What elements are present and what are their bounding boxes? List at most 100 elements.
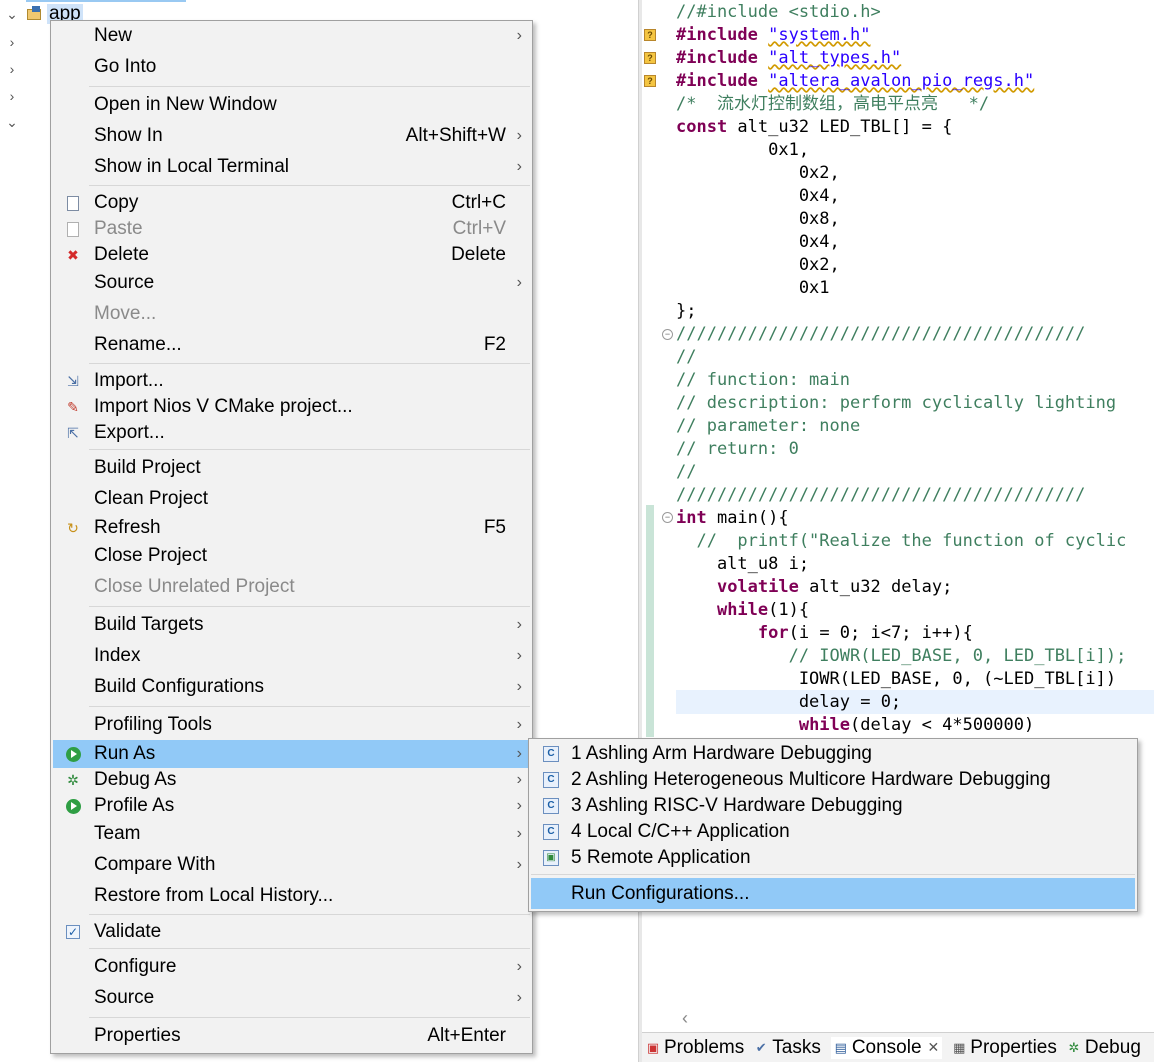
warning-marker-icon[interactable]: ? (644, 52, 656, 64)
close-icon[interactable]: ✕ (928, 1039, 940, 1056)
refresh-icon: ↻ (67, 519, 79, 536)
code-line: // function: main (676, 370, 850, 390)
menu-item-close-project[interactable]: Close Project (53, 542, 530, 570)
menu-item-debug-as[interactable]: ✲ Debug As › (53, 766, 530, 794)
fold-toggle-icon[interactable]: − (662, 329, 673, 340)
fold-toggle-icon[interactable]: − (662, 512, 673, 523)
menu-item-profiling-tools[interactable]: Profiling Tools › (53, 711, 530, 739)
menu-item-configure[interactable]: Configure › (53, 953, 530, 981)
code-line: // return: 0 (676, 439, 799, 459)
menu-item-validate[interactable]: ✓ Validate (53, 918, 530, 946)
tab-properties[interactable]: ▦ Properties (952, 1037, 1057, 1059)
submenu-item-local-cpp[interactable]: C4 Local C/C++ Application (531, 819, 1135, 845)
properties-icon: ▦ (953, 1039, 966, 1055)
menu-item-profile-as[interactable]: Profile As › (53, 792, 530, 820)
tab-tasks[interactable]: ✔ Tasks (754, 1037, 821, 1059)
chevron-right-icon: › (516, 771, 522, 788)
menu-item-properties[interactable]: Properties Alt+Enter (53, 1022, 530, 1050)
chevron-right-icon: › (516, 745, 522, 762)
menu-item-paste[interactable]: Paste Ctrl+V (53, 215, 530, 243)
warning-marker-icon[interactable]: ? (644, 75, 656, 87)
code-line: 0x1 (676, 278, 830, 298)
run-icon (64, 745, 82, 763)
menu-item-export[interactable]: ⇱ Export... (53, 419, 530, 447)
copy-icon (64, 194, 82, 212)
horizontal-scrollbar[interactable]: ‹ (642, 1008, 1154, 1028)
menu-separator (89, 86, 530, 87)
tab-debug[interactable]: ✲ Debug (1067, 1037, 1140, 1059)
menu-item-go-into[interactable]: Go Into (53, 53, 530, 81)
menu-item-show-in[interactable]: Show In Alt+Shift+W › (53, 122, 530, 150)
menu-item-restore-from-local-history[interactable]: Restore from Local History... (53, 882, 530, 910)
submenu-item-run-configurations[interactable]: Run Configurations... (531, 878, 1135, 909)
tab-label: Properties (970, 1036, 1057, 1058)
menu-item-team[interactable]: Team › (53, 820, 530, 848)
submenu-item-ashling-riscv[interactable]: C3 Ashling RISC-V Hardware Debugging (531, 793, 1135, 819)
menu-item-move[interactable]: Move... (53, 300, 530, 328)
chevron-right-icon: › (516, 127, 522, 144)
menu-item-build-targets[interactable]: Build Targets › (53, 611, 530, 639)
expand-toggle[interactable]: › (4, 61, 20, 77)
menu-item-delete[interactable]: ✖ Delete Delete (53, 241, 530, 269)
menu-item-source[interactable]: Source › (53, 269, 530, 297)
code-line: for(i = 0; i<7; i++){ (757, 623, 973, 643)
code-line: // printf("Realize the function of cycli… (676, 531, 1127, 551)
c-launch-icon: C (543, 772, 559, 788)
submenu-item-remote-application[interactable]: ▣ 5 Remote Application (531, 845, 1135, 871)
code-line: 0x4, (676, 186, 840, 206)
menu-separator (89, 948, 530, 949)
chevron-right-icon: › (516, 158, 522, 175)
menu-item-clean-project[interactable]: Clean Project (53, 485, 530, 513)
code-line: volatile alt_u32 delay; (716, 577, 953, 597)
menu-item-build-project[interactable]: Build Project (53, 454, 530, 482)
menu-item-show-in-local-terminal[interactable]: Show in Local Terminal › (53, 153, 530, 181)
expand-toggle[interactable]: ⌄ (4, 6, 20, 22)
c-launch-icon: C (543, 746, 559, 762)
submenu-item-ashling-arm[interactable]: C1 Ashling Arm Hardware Debugging (531, 741, 1135, 767)
bottom-view-tabs: ▣ Problems ✔ Tasks ▤ Console ✕ ▦ Propert… (642, 1032, 1154, 1062)
menu-item-import[interactable]: ⇲ Import... (53, 367, 530, 395)
run-as-submenu: C1 Ashling Arm Hardware Debugging C2 Ash… (528, 738, 1138, 912)
c-launch-icon: C (543, 824, 559, 840)
chevron-right-icon: › (516, 616, 522, 633)
code-line: 0x2, (676, 163, 840, 183)
code-line: /* 流水灯控制数组，高电平点亮 */ (676, 94, 990, 114)
menu-item-run-as[interactable]: Run As › (53, 740, 530, 768)
expand-toggle[interactable]: › (4, 88, 20, 104)
menu-item-refresh[interactable]: ↻ Refresh F5 (53, 514, 530, 542)
paste-icon (64, 220, 82, 238)
delete-icon: ✖ (67, 246, 79, 263)
menu-item-import-nios-v[interactable]: ✎ Import Nios V CMake project... (53, 393, 530, 421)
profile-icon (64, 797, 82, 815)
menu-item-rename[interactable]: Rename... F2 (53, 331, 530, 359)
menu-item-new[interactable]: New › (53, 22, 530, 50)
warning-marker-icon[interactable]: ? (644, 29, 656, 41)
tab-label: Console (851, 1036, 922, 1058)
tab-problems[interactable]: ▣ Problems (646, 1037, 744, 1059)
menu-separator (89, 363, 530, 364)
expand-toggle[interactable]: › (4, 34, 20, 50)
menu-item-compare-with[interactable]: Compare With › (53, 851, 530, 879)
context-menu: New › Go Into Open in New Window Show In A… (50, 20, 533, 1054)
tab-label: Problems (664, 1036, 745, 1058)
tab-console[interactable]: ▤ Console ✕ (830, 1036, 943, 1059)
code-line: #include "system.h" (676, 25, 871, 45)
collapse-toggle[interactable]: ⌄ (4, 114, 20, 130)
menu-item-build-configurations[interactable]: Build Configurations › (53, 673, 530, 701)
scroll-left-icon[interactable]: ‹ (682, 1008, 688, 1029)
code-line: IOWR(LED_BASE, 0, (~LED_TBL[i]) (676, 669, 1117, 689)
code-line: }; (676, 301, 697, 321)
code-line: // parameter: none (676, 416, 861, 436)
menu-item-source-2[interactable]: Source › (53, 984, 530, 1012)
chevron-right-icon: › (516, 678, 522, 695)
menu-item-copy[interactable]: Copy Ctrl+C (53, 189, 530, 217)
submenu-item-ashling-multicore[interactable]: C2 Ashling Heterogeneous Multicore Hardw… (531, 767, 1135, 793)
menu-item-close-unrelated-project[interactable]: Close Unrelated Project (53, 573, 530, 601)
code-line: //////////////////////////////////////// (676, 324, 1086, 344)
menu-item-open-in-new-window[interactable]: Open in New Window (53, 91, 530, 119)
code-line: // IOWR(LED_BASE, 0, LED_TBL[i]); (676, 646, 1127, 666)
menu-item-index[interactable]: Index › (53, 642, 530, 670)
remote-app-icon: ▣ (543, 850, 559, 866)
nios-import-icon: ✎ (67, 398, 79, 415)
chevron-right-icon: › (516, 825, 522, 842)
